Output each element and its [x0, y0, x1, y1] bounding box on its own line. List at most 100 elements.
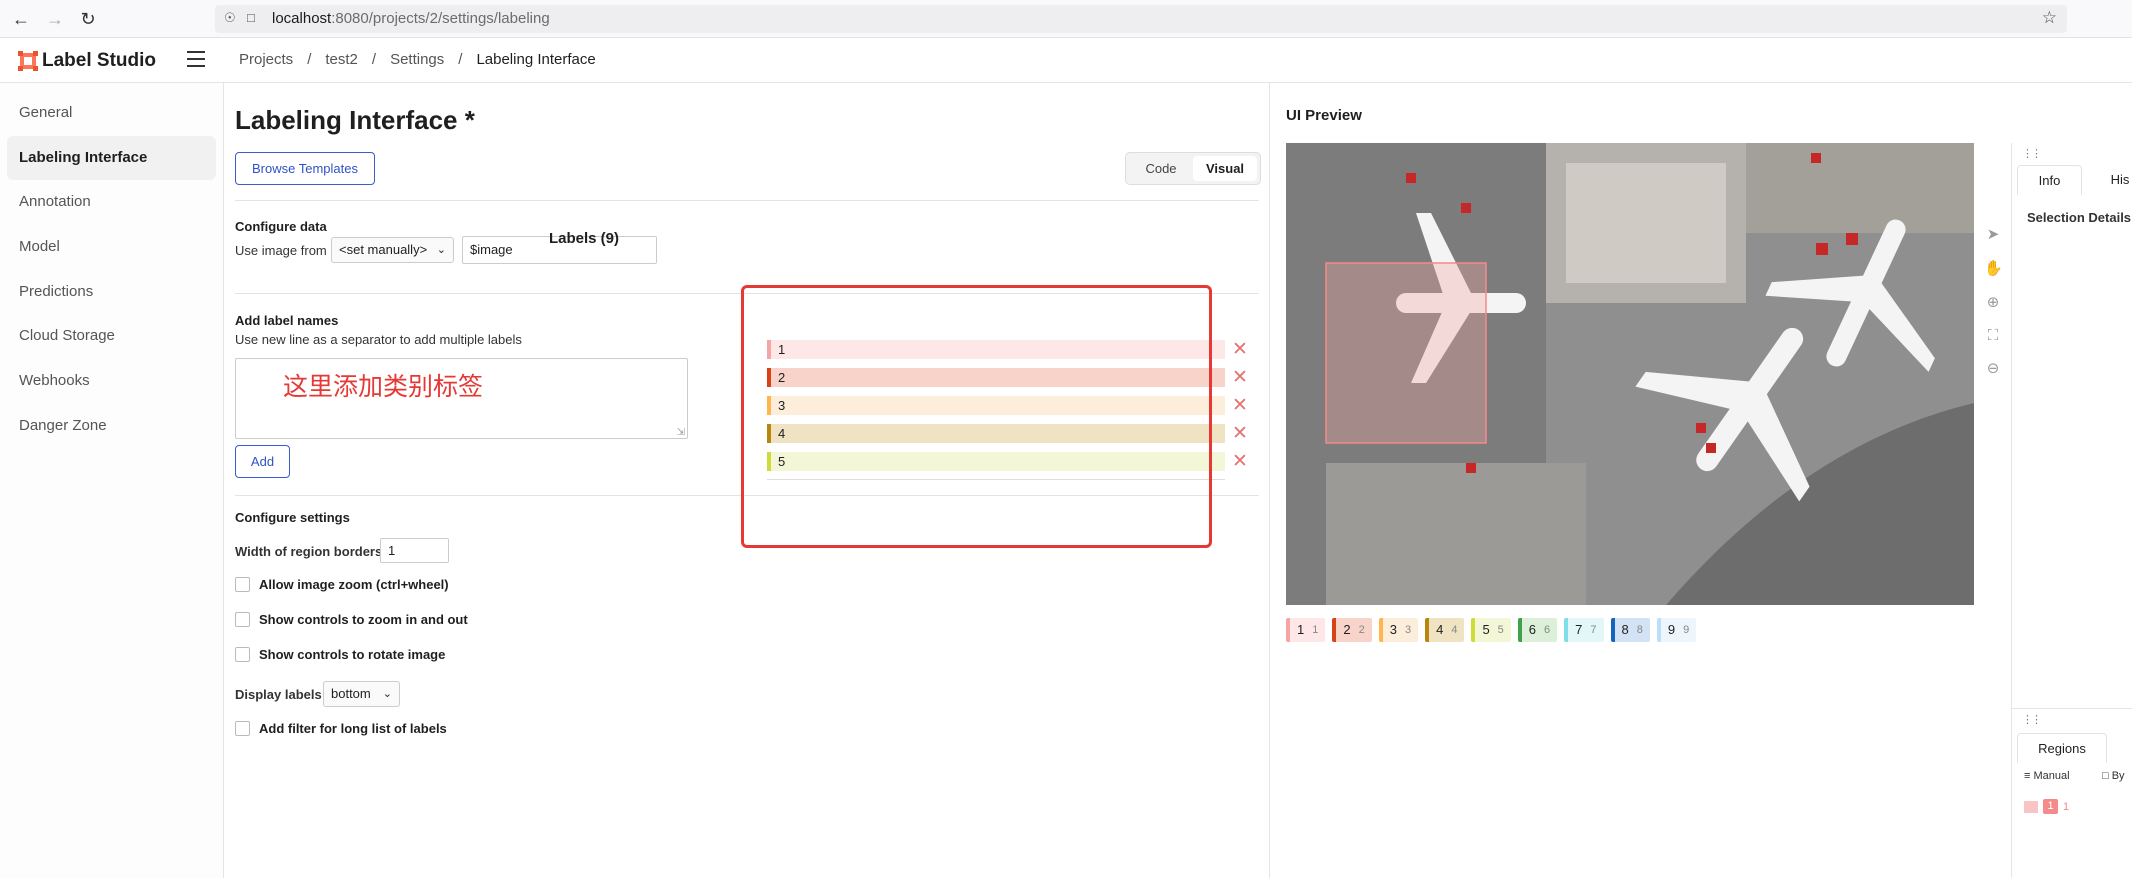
- tab-regions[interactable]: Regions: [2017, 733, 2107, 763]
- option-label: Show controls to zoom in and out: [259, 612, 468, 627]
- menu-icon[interactable]: [187, 51, 205, 67]
- remove-label-icon[interactable]: ✕: [1232, 452, 1248, 471]
- forward-icon[interactable]: →: [44, 8, 66, 30]
- use-image-from-label: Use image from: [235, 243, 327, 258]
- label-tag-name: 9: [1667, 622, 1676, 637]
- resize-handle-icon[interactable]: ⇲: [677, 427, 685, 438]
- labels-count-title: Labels (9): [549, 230, 620, 247]
- sidebar-item-webhooks[interactable]: Webhooks: [7, 359, 216, 403]
- label-tag[interactable]: 22: [1332, 618, 1372, 642]
- label-tag-name: 3: [1389, 622, 1397, 637]
- data-source-select[interactable]: <set manually> ⌄: [331, 237, 454, 263]
- label-tag-hotkey: 5: [1497, 624, 1504, 636]
- sidebar-item-danger-zone[interactable]: Danger Zone: [7, 404, 216, 448]
- zoom-out-icon[interactable]: ⊖: [1984, 360, 2002, 378]
- label-tag[interactable]: 77: [1564, 618, 1604, 642]
- label-tag[interactable]: 66: [1517, 618, 1558, 642]
- option-label: Show controls to rotate image: [259, 647, 446, 662]
- shield-icon: ☉: [224, 10, 236, 25]
- option-rotate-controls[interactable]: Show controls to rotate image: [235, 647, 445, 662]
- display-labels-select[interactable]: bottom ⌄: [323, 681, 400, 707]
- checkbox[interactable]: [235, 721, 250, 736]
- option-image-zoom[interactable]: Allow image zoom (ctrl+wheel): [235, 577, 449, 592]
- breadcrumb-project[interactable]: test2: [325, 51, 358, 68]
- mode-code-button[interactable]: Code: [1129, 156, 1193, 181]
- region-bounding-box: [1325, 262, 1487, 444]
- mode-visual-button[interactable]: Visual: [1193, 156, 1257, 181]
- option-zoom-controls[interactable]: Show controls to zoom in and out: [235, 612, 468, 627]
- label-tag-name: 1: [1297, 622, 1305, 637]
- sort-by[interactable]: □ By: [2102, 770, 2125, 782]
- pointer-icon[interactable]: ➤: [1984, 226, 2002, 244]
- sidebar-item-model[interactable]: Model: [7, 225, 216, 269]
- breadcrumb-projects[interactable]: Projects: [239, 51, 293, 68]
- label-tag-hotkey: 9: [1683, 624, 1690, 636]
- annotation-highlight-box: [741, 285, 1212, 548]
- label-tag-hotkey: 1: [1312, 624, 1319, 636]
- label-tag-hotkey: 7: [1590, 624, 1597, 636]
- browse-templates-button[interactable]: Browse Templates: [235, 152, 375, 185]
- breadcrumb-separator: /: [458, 51, 463, 68]
- label-names-textarea[interactable]: 这里添加类别标签 ⇲: [235, 358, 688, 439]
- label-tag[interactable]: 55: [1471, 618, 1511, 642]
- sidebar-item-general[interactable]: General: [7, 91, 216, 135]
- chevron-down-icon: ⌄: [382, 688, 392, 700]
- data-source-value: <set manually>: [339, 242, 428, 257]
- checkbox[interactable]: [235, 647, 250, 662]
- drag-handle-icon[interactable]: ⋮⋮: [2022, 713, 2042, 726]
- zoom-in-icon[interactable]: ⊕: [1984, 294, 2002, 312]
- label-tag[interactable]: 11: [1286, 618, 1326, 642]
- hand-pan-icon[interactable]: ✋: [1984, 260, 2003, 278]
- browser-toolbar: ← → ↻ ☉ □ localhost:8080/projects/2/sett…: [0, 0, 2132, 38]
- label-tag-name: 2: [1343, 622, 1351, 637]
- option-label: Allow image zoom (ctrl+wheel): [259, 577, 449, 592]
- remove-label-icon[interactable]: ✕: [1232, 368, 1248, 387]
- sidebar-item-labeling-interface[interactable]: Labeling Interface: [7, 136, 216, 180]
- label-tag[interactable]: 44: [1425, 618, 1465, 642]
- region-border-width-input[interactable]: 1: [380, 538, 449, 563]
- remove-label-icon[interactable]: ✕: [1232, 396, 1248, 415]
- label-tag-hotkey: 8: [1636, 624, 1643, 636]
- label-tag[interactable]: 33: [1378, 618, 1419, 642]
- region-label-badge: 1: [2043, 799, 2058, 814]
- region-border-width-label: Width of region borders: [235, 544, 383, 559]
- sidebar-item-predictions[interactable]: Predictions: [7, 270, 216, 314]
- back-icon[interactable]: ←: [10, 8, 32, 30]
- label-tag-hotkey: 4: [1451, 624, 1458, 636]
- breadcrumb-settings[interactable]: Settings: [390, 51, 444, 68]
- label-tag-name: 5: [1482, 622, 1490, 637]
- sort-manual[interactable]: ≡ Manual: [2024, 770, 2070, 782]
- label-tag[interactable]: 99: [1656, 618, 1697, 642]
- breadcrumb-current: Labeling Interface: [476, 51, 596, 68]
- option-label-filter[interactable]: Add filter for long list of labels: [235, 721, 447, 736]
- sidebar-item-cloud-storage[interactable]: Cloud Storage: [7, 314, 216, 358]
- app-header: Label Studio Projects / test2 / Settings…: [0, 38, 2132, 83]
- drag-handle-icon[interactable]: ⋮⋮: [2022, 147, 2042, 160]
- chevron-down-icon: ⌄: [436, 244, 446, 256]
- airport-aerial-image[interactable]: [1286, 143, 1974, 605]
- tab-info[interactable]: Info: [2017, 165, 2082, 195]
- add-labels-button[interactable]: Add: [235, 445, 290, 478]
- tab-history[interactable]: His: [2107, 165, 2132, 195]
- sort-manual-label: Manual: [2033, 770, 2070, 782]
- label-tag[interactable]: 88: [1610, 618, 1650, 642]
- label-tag-name: 7: [1575, 622, 1583, 637]
- reload-icon[interactable]: ↻: [77, 8, 99, 30]
- checkbox[interactable]: [235, 577, 250, 592]
- preview-label-tags: 112233445566778899: [1286, 618, 1697, 642]
- selection-details-heading: Selection Details: [2027, 210, 2132, 225]
- sort-by-label: By: [2111, 770, 2125, 782]
- remove-label-icon[interactable]: ✕: [1232, 424, 1248, 443]
- address-bar[interactable]: ☉ □ localhost:8080/projects/2/settings/l…: [215, 5, 2067, 33]
- editor-mode-toggle: Code Visual: [1125, 152, 1261, 185]
- sidebar-item-annotation[interactable]: Annotation: [7, 180, 216, 224]
- region-list-item[interactable]: 1 1: [2024, 799, 2069, 814]
- configure-settings-heading: Configure settings: [235, 510, 350, 525]
- checkbox[interactable]: [235, 612, 250, 627]
- logo[interactable]: Label Studio: [18, 50, 156, 72]
- remove-label-icon[interactable]: ✕: [1232, 340, 1248, 359]
- fit-to-screen-icon[interactable]: ⛶: [1984, 327, 2002, 345]
- logo-text: Label Studio: [42, 50, 156, 71]
- label-tag-name: 8: [1621, 622, 1629, 637]
- bookmark-star-icon[interactable]: ☆: [2042, 8, 2057, 28]
